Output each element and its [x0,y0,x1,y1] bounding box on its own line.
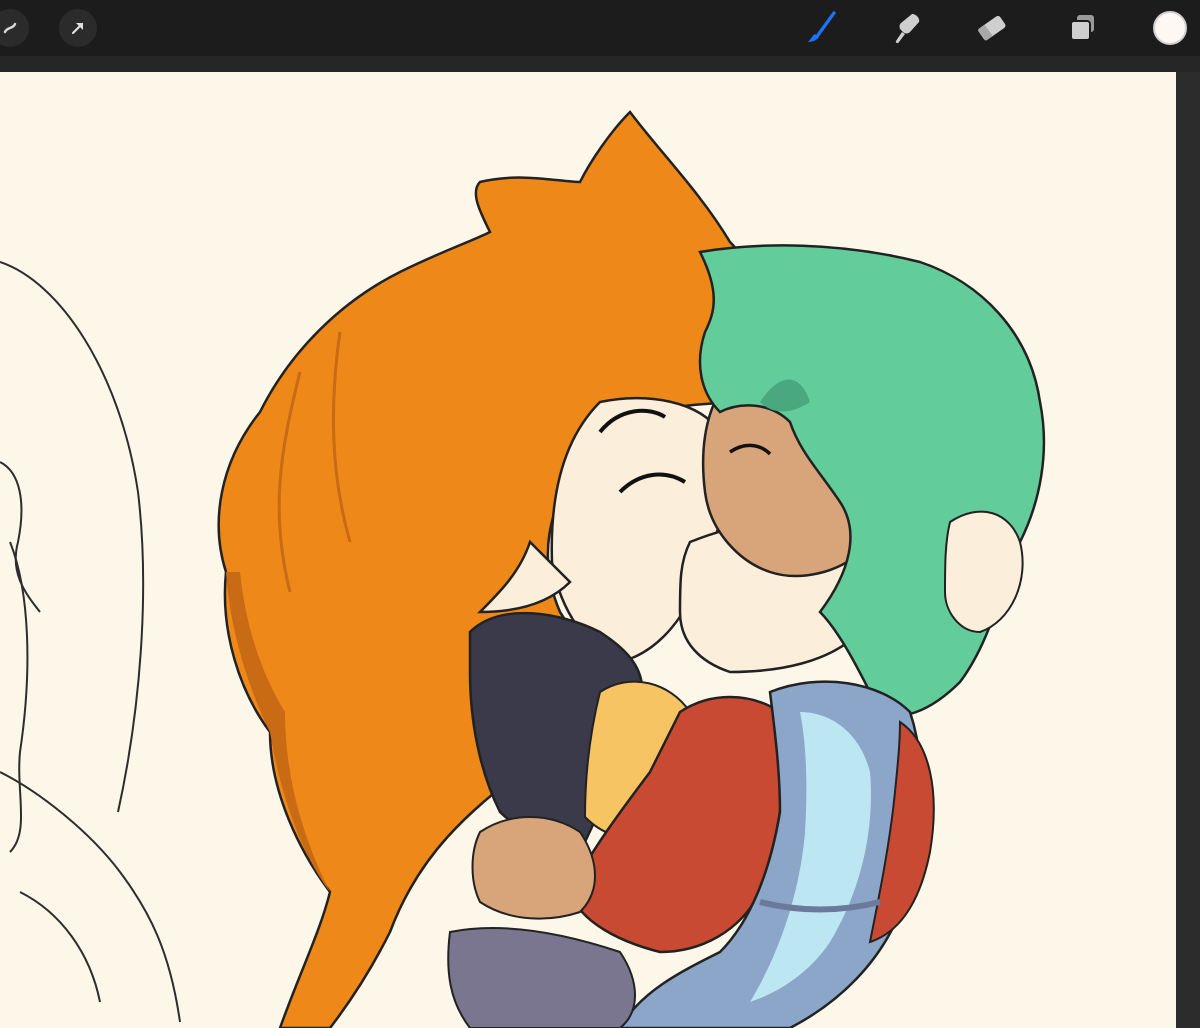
transform-button[interactable] [50,0,106,56]
pencil-sketch [0,261,181,1023]
transform-arrow-icon [59,9,97,47]
modify-button[interactable] [0,0,38,56]
current-color-swatch [1153,11,1187,45]
artwork [0,110,1046,1028]
drawing-canvas[interactable] [0,72,1176,1028]
layers-button[interactable] [1054,0,1110,56]
canvas-frame [0,56,1200,1028]
brush-icon [808,11,836,42]
smudge-icon [895,14,920,44]
color-button[interactable] [1142,0,1198,56]
top-toolbar [0,0,1200,56]
eraser-tool-button[interactable] [964,0,1020,56]
layers-icon [1070,15,1094,41]
brush-tool-button[interactable] [792,0,848,56]
eraser-icon [978,15,1006,41]
canvas-edge [1176,72,1200,1028]
modify-icon [0,9,29,47]
smudge-tool-button[interactable] [878,0,934,56]
